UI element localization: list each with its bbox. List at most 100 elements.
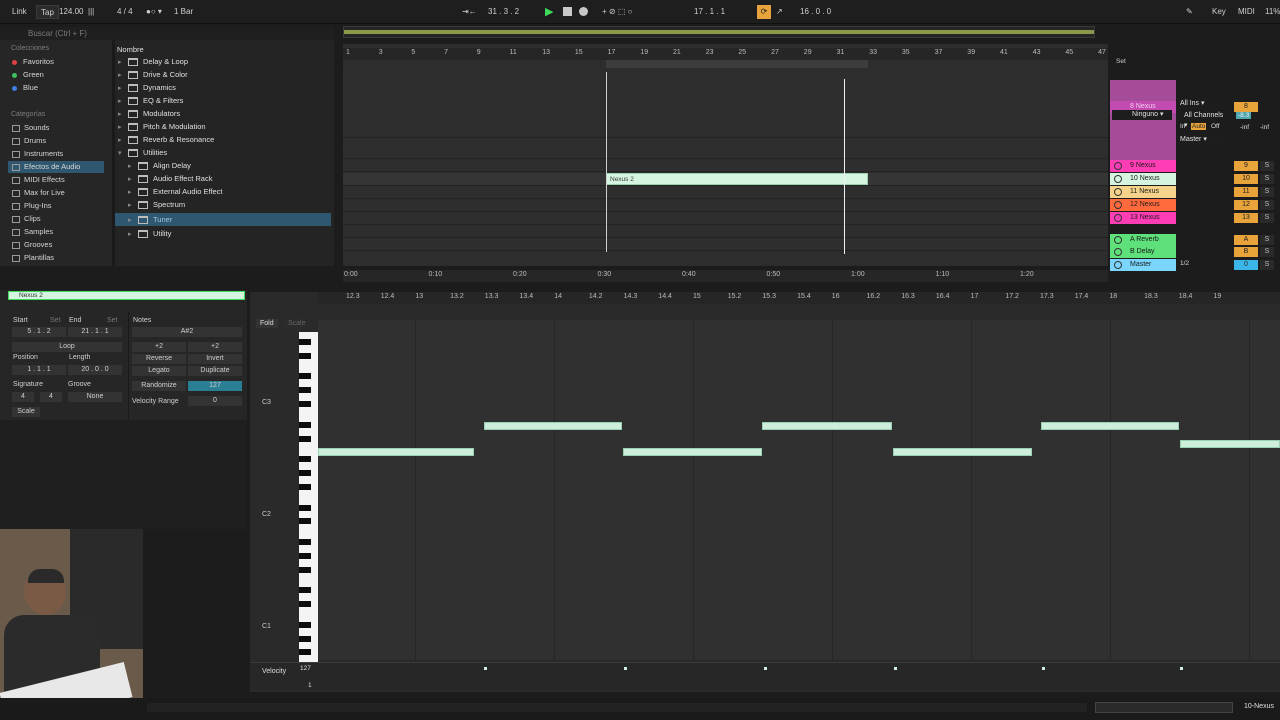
track-8-header[interactable] <box>1110 80 1176 160</box>
category-sounds[interactable]: Sounds <box>12 122 49 134</box>
black-key[interactable] <box>299 435 311 442</box>
category-max-for-live[interactable]: Max for Live <box>12 187 65 199</box>
black-key[interactable] <box>299 601 311 608</box>
output-dropdown[interactable]: Master ▾ <box>1178 135 1226 145</box>
track-number[interactable]: 8 <box>1234 102 1258 112</box>
scale-toggle[interactable]: Scale <box>284 319 310 328</box>
midi-note[interactable] <box>484 422 622 430</box>
category-audio-effects[interactable]: Efectos de Audio <box>8 161 104 173</box>
scale-button[interactable]: Scale <box>12 407 40 417</box>
black-key[interactable] <box>299 470 311 476</box>
black-key[interactable] <box>299 387 311 394</box>
end-set-button[interactable]: Set <box>107 317 118 324</box>
mixer-track-5[interactable]: 12 Nexus <box>1110 199 1176 211</box>
track-play-icon[interactable] <box>1114 175 1122 183</box>
play-icon[interactable]: ▶ <box>545 5 553 19</box>
position-value[interactable]: 1 . 1 . 1 <box>12 365 66 375</box>
volume-field[interactable]: -8.3 <box>1236 112 1252 119</box>
black-key[interactable] <box>299 483 311 490</box>
black-key[interactable] <box>299 456 311 463</box>
midi-map-button[interactable]: MIDI <box>1238 5 1255 19</box>
black-key[interactable] <box>299 621 311 628</box>
name-column-header[interactable]: Nombre <box>117 45 144 54</box>
link-button[interactable]: Link <box>12 5 27 19</box>
tree-item[interactable]: ▸ External Audio Effect <box>128 185 223 198</box>
key-map-button[interactable]: Key <box>1212 5 1226 19</box>
fold-button[interactable]: Fold <box>256 319 278 328</box>
metronome-icon[interactable]: ||| <box>88 5 94 19</box>
midi-note[interactable] <box>1041 422 1179 430</box>
category-grooves[interactable]: Grooves <box>12 239 52 251</box>
draw-mode-icon[interactable]: ✎ <box>1186 5 1193 19</box>
monitor-in-button[interactable]: In <box>1180 123 1185 130</box>
track-number[interactable]: B <box>1234 247 1258 257</box>
track-play-icon[interactable] <box>1114 188 1122 196</box>
tree-item[interactable]: ▸ Reverb & Resonance <box>118 133 214 146</box>
tree-item[interactable]: ▸ Modulators <box>118 107 180 120</box>
time-ruler[interactable]: 0:00 0:10 0:20 0:30 0:40 0:50 1:00 1:10 1:20 <box>343 270 1108 282</box>
midi-clip[interactable]: Nexus 2 <box>606 173 868 185</box>
stretch-button[interactable]: +2 <box>188 342 242 352</box>
midi-note[interactable] <box>762 422 892 430</box>
track-number[interactable]: 12 <box>1234 200 1258 210</box>
loop-start-field[interactable]: 17 . 1 . 1 <box>694 5 725 19</box>
velocity-marker[interactable] <box>624 667 627 670</box>
record-icon[interactable] <box>579 7 588 16</box>
tree-item[interactable]: ▸ Spectrum <box>128 198 185 211</box>
tree-item[interactable]: ▸ Drive & Color <box>118 68 188 81</box>
solo-button[interactable]: S <box>1260 187 1274 197</box>
browser-search-input[interactable]: Buscar (Ctrl + F) <box>0 27 334 41</box>
transpose-up-button[interactable]: +2 <box>132 342 186 352</box>
solo-button[interactable]: S <box>1260 260 1274 270</box>
velocity-lane[interactable]: Velocity 127 1 <box>250 662 1280 690</box>
tree-item[interactable]: ▸ Dynamics <box>118 81 176 94</box>
piano-keyboard[interactable] <box>299 332 318 662</box>
velocity-marker[interactable] <box>1180 667 1183 670</box>
category-samples[interactable]: Samples <box>12 226 53 238</box>
track-play-icon[interactable] <box>1114 236 1122 244</box>
category-clips[interactable]: Clips <box>12 213 41 225</box>
overview-bar[interactable] <box>343 26 1095 38</box>
legato-button[interactable]: Legato <box>132 366 186 376</box>
midi-note[interactable] <box>1180 440 1280 448</box>
collection-blue[interactable]: Blue <box>12 82 38 94</box>
solo-button[interactable]: S <box>1260 200 1274 210</box>
track-play-icon[interactable] <box>1114 261 1122 269</box>
black-key[interactable] <box>299 566 311 573</box>
start-value[interactable]: 5 . 1 . 2 <box>12 327 66 337</box>
track-play-icon[interactable] <box>1114 248 1122 256</box>
collection-green[interactable]: Green <box>12 69 44 81</box>
black-key[interactable] <box>299 539 311 545</box>
track-number[interactable]: 10 <box>1234 174 1258 184</box>
tree-item-selected[interactable]: ▸ Tuner <box>115 213 331 226</box>
randomize-amount[interactable]: 127 <box>188 381 242 391</box>
signature-denominator[interactable]: 4 <box>40 392 62 402</box>
song-position[interactable]: 31 . 3 . 2 <box>488 5 519 19</box>
tree-item[interactable]: ▸ EQ & Filters <box>118 94 183 107</box>
tree-item[interactable]: ▸ Utility <box>128 227 171 240</box>
monitor-auto-button[interactable]: Auto <box>1191 123 1207 130</box>
loop-button[interactable]: Loop <box>12 342 122 352</box>
mixer-track-2[interactable]: 9 Nexus <box>1110 160 1176 172</box>
black-key[interactable] <box>299 401 311 407</box>
duplicate-button[interactable]: Duplicate <box>188 366 242 376</box>
start-set-button[interactable]: Set <box>50 317 61 324</box>
category-drums[interactable]: Drums <box>12 135 46 147</box>
signature-field[interactable]: 4 / 4 <box>117 5 133 19</box>
track-play-icon[interactable] <box>1114 162 1122 170</box>
black-key[interactable] <box>299 421 311 428</box>
record-mode-icon[interactable]: ●○ ▾ <box>146 5 162 19</box>
note-grid[interactable] <box>318 320 1280 660</box>
piano-roll-ruler[interactable]: 12.3 12.4 13 13.2 13.3 13.4 14 14.2 14.3 14.4 15 15… <box>318 292 1280 304</box>
groove-dropdown[interactable]: None <box>68 392 122 402</box>
monitor-off-button[interactable]: Off <box>1211 123 1220 130</box>
velocity-marker[interactable] <box>764 667 767 670</box>
tree-item[interactable]: ▸ Align Delay <box>128 159 191 172</box>
black-key[interactable] <box>299 649 311 656</box>
mixer-track-9[interactable]: Master <box>1110 259 1176 271</box>
velocity-marker[interactable] <box>484 667 487 670</box>
track-number[interactable]: 9 <box>1234 161 1258 171</box>
black-key[interactable] <box>299 373 311 380</box>
black-key[interactable] <box>299 518 311 525</box>
beat-ruler[interactable]: 1 3 5 7 9 11 13 15 17 19 21 23 25 27 29 31 33 35 37 39 41 43 4… <box>343 48 1108 60</box>
